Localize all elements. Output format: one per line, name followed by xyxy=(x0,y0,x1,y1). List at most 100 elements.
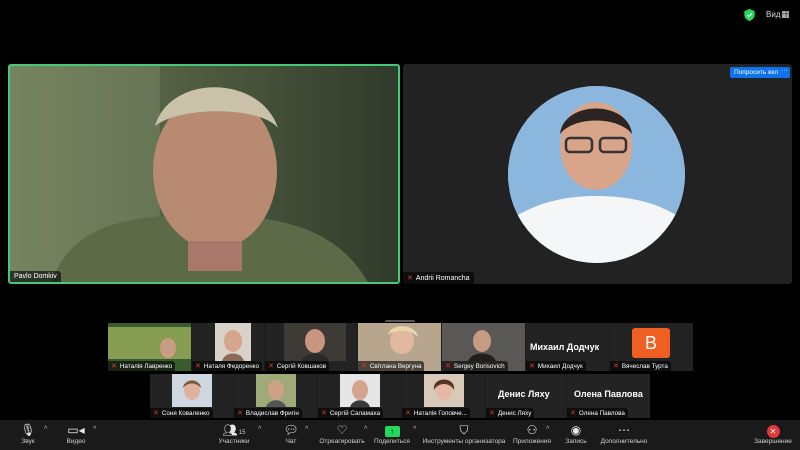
participant-name: Наталія Головче... xyxy=(413,409,468,417)
react-button[interactable]: ♡ Отреагировать xyxy=(318,423,366,445)
participant-name: Наталія Лавренко xyxy=(119,362,173,370)
mic-muted-icon: ✕ xyxy=(613,363,619,370)
mic-muted-icon: ✕ xyxy=(445,363,451,370)
audio-button[interactable]: 🎙︎ Звук xyxy=(14,423,42,445)
speaker-name: Andrii Romancha xyxy=(415,274,470,282)
participant-letter-avatar: В xyxy=(632,328,670,358)
mic-muted-icon: ✕ xyxy=(405,410,411,417)
participant-name-tag: ✕ Наталія Лавренко xyxy=(108,361,176,371)
participant-tile[interactable]: ✕ Sergey Borisovich xyxy=(442,323,525,371)
react-label: Отреагировать xyxy=(319,438,365,445)
record-label: Запись xyxy=(565,438,587,445)
more-button[interactable]: ⋯ Дополнительно xyxy=(600,423,648,445)
participants-count: 15 xyxy=(238,430,246,436)
participant-name: Сергій Саламаха xyxy=(329,409,381,417)
video-options-caret[interactable]: ^ xyxy=(93,426,96,433)
chat-label: Чат xyxy=(285,438,297,445)
participant-tile[interactable]: Олена Павлова ✕ Олена Павлова xyxy=(567,374,650,418)
mic-muted-icon: ✕ xyxy=(237,410,243,417)
participant-name-tag: ✕ Владислав Фригін xyxy=(234,408,302,418)
apps-label: Приложения xyxy=(512,438,552,445)
video-button[interactable]: ▭◂ Видео xyxy=(62,423,90,445)
speaker-name-tag: ✕ Andrii Romancha xyxy=(403,272,474,284)
chat-options-caret[interactable]: ^ xyxy=(305,426,308,433)
host-tools-button[interactable]: ⛉ Инструменты организатора xyxy=(422,423,506,445)
participant-name: Сергій Ковшаков xyxy=(276,362,327,370)
speaker-video xyxy=(10,66,398,282)
mic-muted-icon: ✕ xyxy=(321,410,327,417)
shield-icon[interactable] xyxy=(744,9,755,21)
participant-name-tag: ✕ Вячеслав Турта xyxy=(610,361,671,371)
view-label[interactable]: Вид xyxy=(766,10,780,19)
speaker-name-tag: Pavlo Domkiv xyxy=(10,271,61,282)
profile-photo-image xyxy=(508,86,685,263)
react-options-caret[interactable]: ^ xyxy=(364,426,367,433)
participant-tile[interactable]: ✕ Наталія Лавренко xyxy=(108,323,191,371)
grid-icon[interactable]: ▦ xyxy=(781,10,790,19)
participant-tile[interactable]: ✕ Наталя Федоренко xyxy=(192,323,264,371)
chat-button[interactable]: 💬︎ Чат xyxy=(280,423,302,445)
participant-name: Sergey Borisovich xyxy=(453,362,505,370)
host-tools-label: Инструменты организатора xyxy=(422,438,506,445)
participants-button[interactable]: 👥︎15 Участники xyxy=(214,423,254,445)
video-label: Видео xyxy=(66,438,86,445)
participant-name-tag: ✕ Світлана Вергуна xyxy=(358,361,425,371)
close-icon: ✕ xyxy=(754,423,792,438)
microphone-icon: 🎙︎ xyxy=(20,423,36,437)
participant-name: Соня Коваленко xyxy=(161,409,210,417)
mic-muted-icon: ✕ xyxy=(268,363,274,370)
participant-name: Вячеслав Турта xyxy=(621,362,668,370)
participant-name: Світлана Вергуна xyxy=(369,362,422,370)
participant-name: Владислав Фригін xyxy=(245,409,299,417)
participant-tile[interactable]: Михаил Додчук ✕ Михаил Додчук xyxy=(526,323,609,371)
speaker-name: Pavlo Domkiv xyxy=(14,273,57,280)
participant-name: Наталя Федоренко xyxy=(203,362,260,370)
participant-tile[interactable]: В ✕ Вячеслав Турта xyxy=(610,323,693,371)
participant-name-tag: ✕ Sergey Borisovich xyxy=(442,361,508,371)
participant-tile[interactable]: ✕ Сергій Ковшаков xyxy=(265,323,357,371)
mic-muted-icon: ✕ xyxy=(489,410,495,417)
mic-muted-icon: ✕ xyxy=(195,363,201,370)
share-screen-button[interactable]: ↑ Поделиться xyxy=(373,423,411,445)
participants-icon: 👥︎15 xyxy=(222,423,246,437)
participant-name-tag: ✕ Соня Коваленко xyxy=(150,408,213,418)
heart-icon: ♡ xyxy=(336,423,348,437)
mic-muted-icon: ✕ xyxy=(529,363,535,370)
gallery-row-2: ✕ Соня Коваленко ✕ Владислав Фригін ✕ Се… xyxy=(150,374,650,418)
share-options-caret[interactable]: ^ xyxy=(413,426,416,433)
more-icon: ⋯ xyxy=(618,423,630,437)
end-label: Завершение xyxy=(754,438,792,445)
speaker-tile-left[interactable]: Pavlo Domkiv xyxy=(8,64,400,284)
participant-tile[interactable]: ✕ Соня Коваленко xyxy=(150,374,233,418)
participant-name-tag: ✕ Наталя Федоренко xyxy=(192,361,263,371)
participant-tile[interactable]: ✕ Наталія Головче... xyxy=(402,374,485,418)
gallery-drag-handle[interactable] xyxy=(385,320,415,322)
more-options-button[interactable]: ··· xyxy=(779,67,790,78)
top-bar: Вид ▦ xyxy=(0,0,800,28)
participant-tile[interactable]: ✕ Владислав Фригін xyxy=(234,374,317,418)
ask-to-unmute-button[interactable]: Попросить вкл xyxy=(730,67,783,78)
participant-name: Денис Ляху xyxy=(497,409,532,417)
participant-tile[interactable]: Денис Ляху ✕ Денис Ляху xyxy=(486,374,566,418)
audio-options-caret[interactable]: ^ xyxy=(44,426,47,433)
participant-name-tag: ✕ Сергій Ковшаков xyxy=(265,361,330,371)
end-meeting-button[interactable]: ✕ Завершение xyxy=(754,423,792,445)
participant-tile[interactable]: ✕ Сергій Саламаха xyxy=(318,374,401,418)
record-button[interactable]: ◉ Запись xyxy=(563,423,589,445)
profile-photo xyxy=(508,86,685,263)
shield-icon: ⛉ xyxy=(459,423,469,437)
participants-options-caret[interactable]: ^ xyxy=(258,426,261,433)
camera-icon: ▭◂ xyxy=(67,423,85,437)
participant-tile[interactable]: ✕ Світлана Вергуна xyxy=(358,323,441,371)
mic-muted-icon: ✕ xyxy=(570,410,576,417)
participant-name-tag: ✕ Наталія Головче... xyxy=(402,408,471,418)
more-label: Дополнительно xyxy=(600,438,648,445)
mic-muted-icon: ✕ xyxy=(361,363,367,370)
audio-label: Звук xyxy=(21,438,35,445)
share-label: Поделиться xyxy=(374,438,410,445)
mic-muted-icon: ✕ xyxy=(153,410,159,417)
mic-muted-icon: ✕ xyxy=(407,275,413,282)
gallery-row-1: ✕ Наталія Лавренко ✕ Наталя Федоренко ✕ … xyxy=(108,323,693,371)
participant-name-tag: ✕ Сергій Саламаха xyxy=(318,408,384,418)
apps-options-caret[interactable]: ^ xyxy=(546,426,549,433)
